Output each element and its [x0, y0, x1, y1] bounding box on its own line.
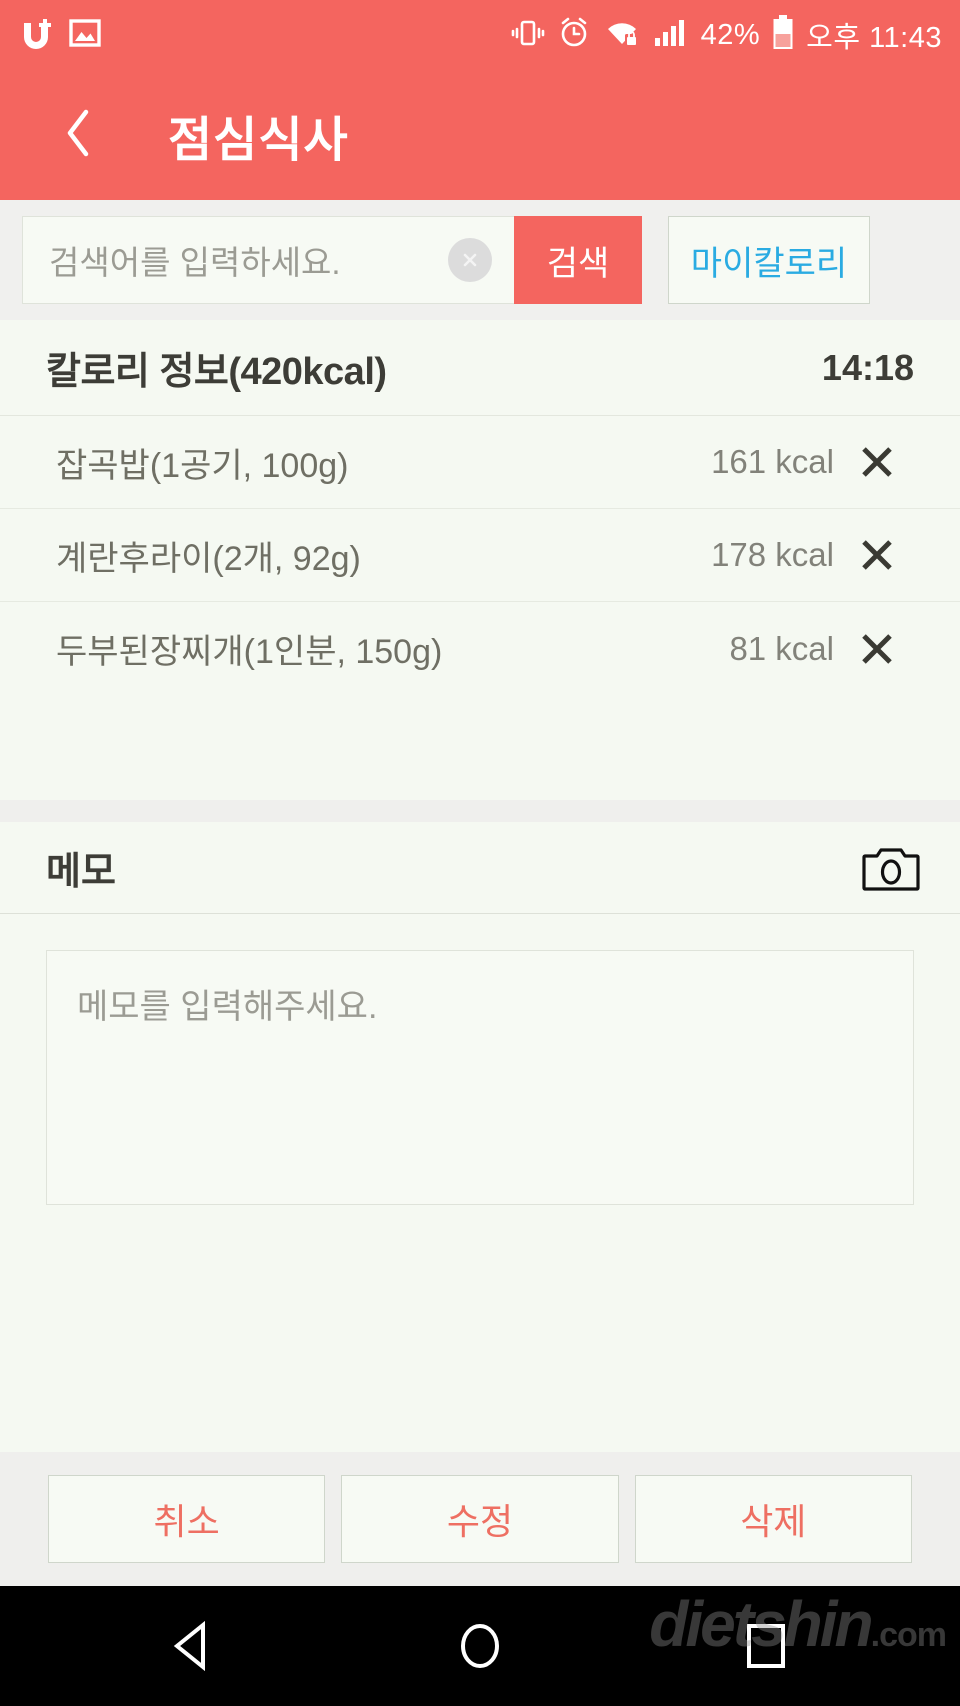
food-name: 두부된장찌개(1인분, 150g): [56, 633, 443, 671]
close-x-icon: [862, 447, 892, 477]
chevron-left-icon: [62, 106, 96, 165]
nav-back-triangle-icon: [173, 1620, 205, 1672]
memo-header: 메모: [0, 822, 960, 914]
watermark-suffix: .com: [870, 1616, 947, 1654]
mycalorie-button[interactable]: 마이칼로리: [668, 216, 870, 304]
memo-input[interactable]: 메모를 입력해주세요.: [46, 950, 914, 1205]
edit-button[interactable]: 수정: [341, 1475, 619, 1563]
memo-placeholder: 메모를 입력해주세요.: [77, 988, 378, 1026]
nav-recents-button[interactable]: [721, 1601, 811, 1691]
food-list-spacer: [0, 695, 960, 800]
memo-body: 메모를 입력해주세요.: [0, 914, 960, 1452]
status-bar-indicators: 42% 오후 11:43: [511, 14, 942, 56]
page-title: 점심식사: [168, 114, 349, 167]
calorie-info-title: 칼로리 정보(420kcal): [46, 351, 387, 393]
search-field-group: 검색어를 입력하세요. 검색: [22, 216, 642, 304]
phone-screen: 42% 오후 11:43 점심식사 검색어를 입력하세요. 검색 마이칼로리 칼…: [0, 0, 960, 1706]
app-bar: 점심식사: [0, 70, 960, 200]
table-row[interactable]: 두부된장찌개(1인분, 150g) 81 kcal: [0, 602, 960, 695]
search-button[interactable]: 검색: [514, 216, 642, 304]
battery-percent-label: 42%: [700, 18, 761, 51]
nav-home-button[interactable]: [435, 1601, 525, 1691]
camera-icon: [862, 847, 920, 891]
food-kcal: 161 kcal: [711, 443, 834, 480]
status-bar-notifications: [18, 15, 102, 56]
memo-title: 메모: [46, 851, 116, 893]
calorie-info-header: 칼로리 정보(420kcal) 14:18: [0, 320, 960, 416]
cellular-signal-icon: [653, 16, 689, 55]
nav-recents-square-icon: [747, 1624, 785, 1668]
table-row[interactable]: 잡곡밥(1공기, 100g) 161 kcal: [0, 416, 960, 509]
camera-button[interactable]: [862, 844, 920, 892]
android-nav-bar: dietshin.com: [0, 1586, 960, 1706]
back-button[interactable]: [52, 108, 106, 162]
uplus-logo-icon: [18, 15, 54, 56]
status-bar: 42% 오후 11:43: [0, 0, 960, 70]
search-bar-container: 검색어를 입력하세요. 검색 마이칼로리: [0, 200, 960, 320]
clear-circle-icon[interactable]: [448, 238, 492, 282]
food-kcal: 81 kcal: [729, 629, 834, 667]
nav-back-button[interactable]: [149, 1601, 239, 1691]
food-list: 잡곡밥(1공기, 100g) 161 kcal 계란후라이(2개, 92g) 1…: [0, 416, 960, 695]
battery-icon: [772, 14, 794, 56]
delete-button[interactable]: 삭제: [634, 1475, 912, 1563]
food-name: 잡곡밥(1공기, 100g): [56, 446, 349, 485]
cancel-button[interactable]: 취소: [48, 1475, 326, 1563]
section-divider: [0, 800, 960, 822]
delete-food-button[interactable]: [834, 440, 920, 484]
close-x-icon: [862, 540, 892, 570]
delete-food-button[interactable]: [834, 627, 920, 671]
delete-food-button[interactable]: [834, 533, 920, 577]
wifi-locked-icon: [603, 16, 641, 55]
calorie-info-time: 14:18: [821, 346, 914, 388]
search-placeholder: 검색어를 입력하세요.: [49, 244, 341, 281]
close-x-icon: [862, 633, 892, 664]
food-kcal: 178 kcal: [711, 536, 834, 573]
search-input[interactable]: 검색어를 입력하세요.: [22, 216, 514, 304]
alarm-clock-icon: [557, 16, 591, 55]
action-button-bar: 취소 수정 삭제: [0, 1452, 960, 1586]
nav-home-circle-icon: [461, 1624, 499, 1668]
food-name: 계란후라이(2개, 92g): [56, 539, 361, 578]
gallery-image-icon: [68, 16, 102, 55]
vibrate-icon: [511, 16, 545, 55]
clock-label: 오후 11:43: [806, 22, 942, 54]
table-row[interactable]: 계란후라이(2개, 92g) 178 kcal: [0, 509, 960, 602]
